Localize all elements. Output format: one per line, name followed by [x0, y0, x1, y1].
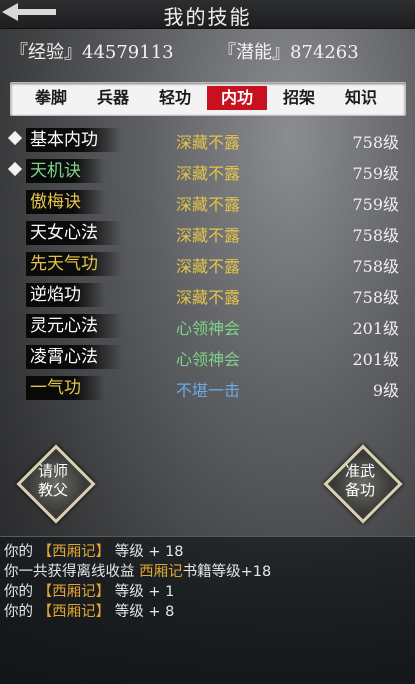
- log-highlight: 【西厢记】: [37, 584, 111, 600]
- skill-grade: 759级: [352, 195, 399, 214]
- log-text: 书籍等级+18: [182, 564, 272, 580]
- skill-name-bg: 逆焰功: [26, 283, 105, 307]
- log-text: 等级 + 1: [110, 584, 175, 600]
- equipped-marker-icon: [7, 161, 23, 177]
- skill-name-bg: 凌霄心法: [26, 345, 122, 369]
- skill-level-text: 深藏不露: [176, 257, 241, 276]
- skill-row[interactable]: 先天气功 深藏不露 758级: [0, 250, 415, 280]
- ask-master-label-line2: 教父: [37, 481, 68, 499]
- log-text: 等级 + 8: [110, 604, 175, 620]
- skill-level-text: 心领神会: [176, 319, 241, 338]
- log-line: 你的 【西厢记】 等级 + 8: [4, 600, 174, 621]
- tab-fist[interactable]: 拳脚: [21, 86, 81, 110]
- prepare-skill-label-line1: 准武: [344, 462, 375, 480]
- skill-grade: 9级: [372, 381, 399, 400]
- log-line: 你的 【西厢记】 等级 + 18: [4, 540, 184, 561]
- log-text: 你的: [4, 584, 38, 600]
- log-text: 等级 + 18: [110, 544, 184, 560]
- skill-name: 先天气功: [30, 254, 98, 274]
- skill-grade: 758级: [352, 226, 399, 245]
- skill-grade: 201级: [352, 350, 399, 369]
- skill-level-text: 深藏不露: [176, 164, 241, 183]
- skill-name: 凌霄心法: [30, 347, 98, 367]
- skill-name-bg: 傲梅诀: [26, 190, 105, 214]
- skill-name-bg: 天机诀: [26, 159, 105, 183]
- ask-master-button[interactable]: 请师 教父: [16, 444, 96, 524]
- skill-name-bg: 基本内功: [26, 128, 122, 152]
- page-title: 我的技能: [163, 5, 252, 29]
- log-line: 你的 【西厢记】 等级 + 1: [4, 580, 174, 601]
- message-log: 你的 【西厢记】 等级 + 18 你一共获得离线收益 西厢记书籍等级+18 你的…: [0, 536, 415, 684]
- prepare-skill-button[interactable]: 准武 备功: [323, 444, 403, 524]
- skill-row[interactable]: 天女心法 深藏不露 758级: [0, 219, 415, 249]
- skill-grade: 758级: [352, 288, 399, 307]
- skill-grade: 201级: [352, 319, 399, 338]
- tab-weapon[interactable]: 兵器: [83, 86, 143, 110]
- skill-name: 一气功: [30, 378, 81, 398]
- skill-name-bg: 天女心法: [26, 221, 122, 245]
- log-text: 你一共获得离线收益: [4, 564, 140, 580]
- skill-name: 基本内功: [30, 130, 98, 150]
- skill-name: 灵元心法: [30, 316, 98, 336]
- prepare-skill-label-line2: 备功: [344, 481, 375, 499]
- skill-level-text: 不堪一击: [176, 381, 241, 400]
- skill-grade: 758级: [352, 257, 399, 276]
- skill-name-bg: 一气功: [26, 376, 105, 400]
- skill-tabs: 拳脚 兵器 轻功 内功 招架 知识: [10, 82, 406, 116]
- experience-value: 『经验』44579113: [10, 42, 174, 63]
- skill-level-text: 深藏不露: [176, 133, 241, 152]
- top-bar: 我的技能: [0, 0, 415, 29]
- skill-level-text: 心领神会: [176, 350, 241, 369]
- skill-level-text: 深藏不露: [176, 226, 241, 245]
- log-text: 你的: [4, 544, 38, 560]
- potential-value: 『潜能』874263: [218, 42, 359, 63]
- skill-grade: 758级: [352, 133, 399, 152]
- skill-row[interactable]: 灵元心法 心领神会 201级: [0, 312, 415, 342]
- skill-name: 天女心法: [30, 223, 98, 243]
- ask-master-label-line1: 请师: [37, 462, 68, 480]
- skill-row[interactable]: 天机诀 深藏不露 759级: [0, 157, 415, 187]
- prepare-skill-label: 准武 备功: [324, 462, 396, 500]
- ask-master-label: 请师 教父: [17, 462, 89, 500]
- skill-name: 傲梅诀: [30, 192, 81, 212]
- log-text: 你的: [4, 604, 38, 620]
- skill-name: 天机诀: [30, 161, 81, 181]
- skill-row[interactable]: 凌霄心法 心领神会 201级: [0, 343, 415, 373]
- log-highlight: 【西厢记】: [37, 544, 111, 560]
- equipped-marker-icon: [7, 130, 23, 146]
- skill-row[interactable]: 逆焰功 深藏不露 758级: [0, 281, 415, 311]
- log-line: 你一共获得离线收益 西厢记书籍等级+18: [4, 560, 271, 581]
- skill-row[interactable]: 一气功 不堪一击 9级: [0, 374, 415, 404]
- tab-inner-power[interactable]: 内功: [207, 86, 267, 110]
- tab-parry[interactable]: 招架: [269, 86, 329, 110]
- skill-name-bg: 灵元心法: [26, 314, 122, 338]
- skill-name-bg: 先天气功: [26, 252, 122, 276]
- skill-row[interactable]: 傲梅诀 深藏不露 759级: [0, 188, 415, 218]
- skill-name: 逆焰功: [30, 285, 81, 305]
- tab-knowledge[interactable]: 知识: [331, 86, 391, 110]
- log-highlight: 西厢记: [139, 564, 183, 580]
- skill-row[interactable]: 基本内功 深藏不露 758级: [0, 126, 415, 156]
- skill-level-text: 深藏不露: [176, 288, 241, 307]
- skill-grade: 759级: [352, 164, 399, 183]
- skill-level-text: 深藏不露: [176, 195, 241, 214]
- tab-lightness[interactable]: 轻功: [145, 86, 205, 110]
- log-highlight: 【西厢记】: [37, 604, 111, 620]
